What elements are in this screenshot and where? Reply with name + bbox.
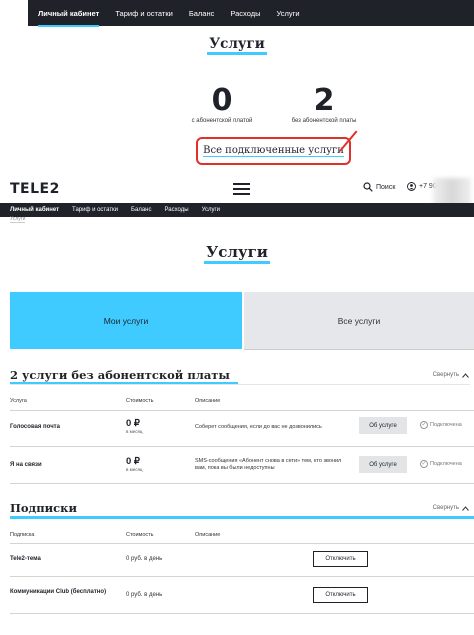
subscription-price: 0 руб. в день xyxy=(126,556,163,562)
search-icon xyxy=(363,182,373,192)
page-title-zoomed: Услуги xyxy=(0,36,474,55)
tab-all-services[interactable]: Все услуги xyxy=(244,292,474,349)
service-description: SMS-сообщения «Абонент снова в сети» тем… xyxy=(195,458,342,471)
subscription-price: 0 руб. в день xyxy=(126,592,163,598)
breadcrumb[interactable]: Услуги xyxy=(10,216,26,223)
service-price: 0 ₽ в месяц xyxy=(126,456,143,472)
subscriptions-title: Подписки xyxy=(10,501,77,515)
subscription-name: Коммуникации Club (бесплатно) xyxy=(10,589,107,595)
divider xyxy=(10,483,474,484)
header-cost: Стоимость xyxy=(126,398,154,404)
service-name: Я на связи xyxy=(10,462,42,468)
tele2-logo[interactable]: TELE2 xyxy=(10,181,60,197)
check-icon: ✓ xyxy=(420,460,428,468)
nav-item-services[interactable]: Услуги xyxy=(276,9,299,18)
divider xyxy=(10,446,474,447)
user-icon xyxy=(407,182,416,191)
collapse-free-button[interactable]: Свернуть xyxy=(433,372,469,378)
stat-free-value: 2 xyxy=(313,83,335,118)
nav-item-expenses[interactable]: Расходы xyxy=(230,9,260,18)
service-price: 0 ₽ в месяц xyxy=(126,418,143,434)
nav-item-services[interactable]: Услуги xyxy=(202,207,220,213)
divider xyxy=(10,613,474,614)
header-cost: Стоимость xyxy=(126,532,154,538)
stat-paid: 0 с абонентской платой xyxy=(177,83,267,125)
page-title: Услуги xyxy=(0,243,474,264)
stat-paid-value: 0 xyxy=(211,83,233,118)
zoomed-fragment: Личный кабинет Тариф и остатки Баланс Ра… xyxy=(0,0,474,180)
unsubscribe-button[interactable]: Отключить xyxy=(313,551,368,567)
stat-paid-label: с абонентской платой xyxy=(191,118,253,124)
chevron-up-icon xyxy=(462,372,469,378)
divider xyxy=(10,384,470,385)
free-services-title: 2 услуги без абонентской платы xyxy=(10,368,230,382)
tab-divider xyxy=(244,349,474,350)
top-nav-zoomed: Личный кабинет Тариф и остатки Баланс Ра… xyxy=(28,0,474,27)
search-label: Поиск xyxy=(376,183,396,191)
subscription-name: Tele2-тема xyxy=(10,556,41,562)
nav-item-tariff[interactable]: Тариф и остатки xyxy=(72,207,118,213)
connected-status: ✓ Подключена xyxy=(420,460,462,468)
about-service-button[interactable]: Об услуге xyxy=(359,417,407,434)
all-connected-services-link[interactable]: Все подключенные услуги xyxy=(196,137,351,165)
nav-item-balance[interactable]: Баланс xyxy=(189,9,215,18)
site-header: TELE2 Поиск +7 90 xyxy=(0,178,474,202)
check-icon: ✓ xyxy=(420,421,428,429)
main-nav: Личный кабинет Тариф и остатки Баланс Ра… xyxy=(0,203,474,217)
about-service-button[interactable]: Об услуге xyxy=(359,456,407,473)
nav-item-cabinet[interactable]: Личный кабинет xyxy=(10,207,59,213)
search-button[interactable]: Поиск xyxy=(363,182,395,192)
tab-my-services[interactable]: Мои услуги xyxy=(10,292,242,349)
nav-item-balance[interactable]: Баланс xyxy=(131,207,151,213)
menu-icon[interactable] xyxy=(233,183,250,195)
divider xyxy=(10,410,474,411)
stat-free: 2 без абонентской платы xyxy=(279,83,369,125)
unsubscribe-button[interactable]: Отключить xyxy=(313,587,368,603)
header-desc: Описание xyxy=(195,532,221,538)
nav-item-tariff[interactable]: Тариф и остатки xyxy=(115,9,173,18)
collapse-subs-button[interactable]: Свернуть xyxy=(433,505,469,511)
subscriptions-underline xyxy=(10,516,474,519)
header-service: Услуга xyxy=(10,398,27,404)
stat-free-label: без абонентской платы xyxy=(291,118,357,124)
header-desc: Описание xyxy=(195,398,221,404)
divider xyxy=(10,543,474,544)
chevron-up-icon xyxy=(462,505,469,511)
header-subscription: Подписка xyxy=(10,532,35,538)
nav-item-expenses[interactable]: Расходы xyxy=(164,207,188,213)
divider xyxy=(10,576,474,577)
connected-status: ✓ Подключена xyxy=(420,421,462,429)
service-name: Голосовая почта xyxy=(10,424,60,430)
nav-item-cabinet[interactable]: Личный кабинет xyxy=(38,9,100,27)
service-description: Соберет сообщения, если до вас не дозвон… xyxy=(195,424,322,430)
